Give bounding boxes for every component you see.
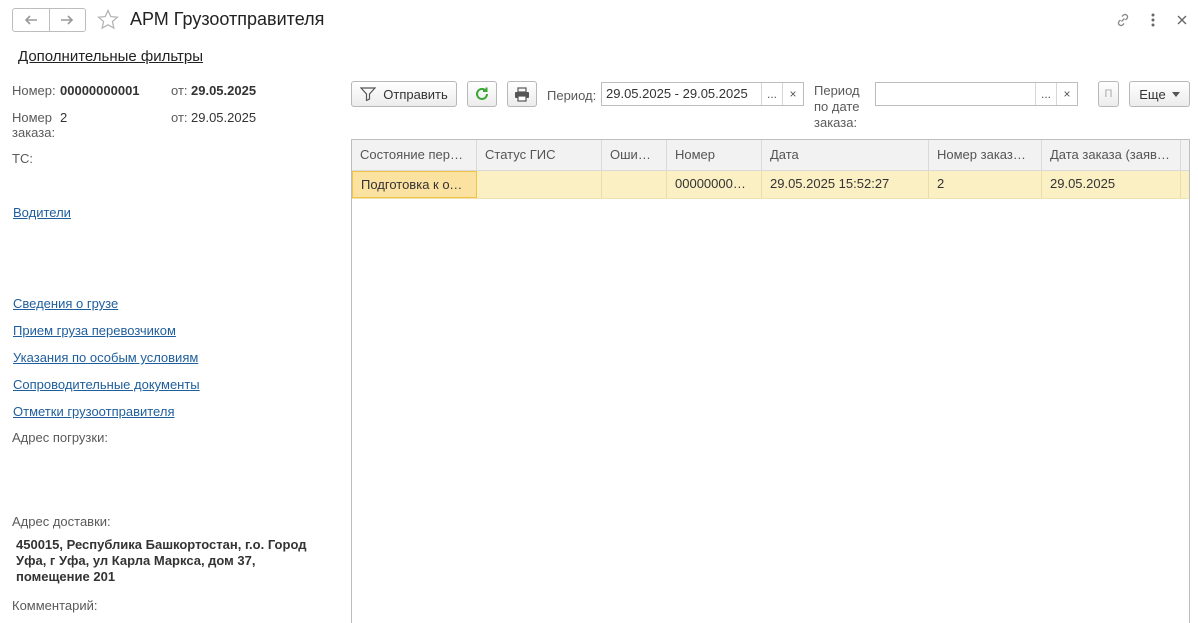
refresh-button[interactable] — [467, 81, 497, 107]
order-period-choose-button[interactable]: ... — [1035, 83, 1056, 105]
loading-address-label: Адрес погрузки: — [12, 430, 108, 445]
order-date-label: от: — [171, 110, 188, 125]
order-period-label-2: по дате — [814, 99, 860, 114]
more-actions-button[interactable] — [1142, 9, 1164, 31]
shipper-marks-link[interactable]: Отметки грузоотправителя — [13, 404, 174, 419]
comment-label: Комментарий: — [12, 598, 98, 613]
more-button[interactable]: Еще — [1129, 81, 1190, 107]
period-field: 29.05.2025 - 29.05.2025 ... × — [601, 82, 804, 106]
column-header[interactable]: Состояние перевозки — [352, 140, 477, 170]
table-header: Состояние перевозки Статус ГИС Ошибка Но… — [352, 140, 1189, 171]
number-label: Номер: — [12, 83, 56, 98]
date-value: 29.05.2025 — [191, 83, 257, 98]
cargo-info-link[interactable]: Сведения о грузе — [13, 296, 118, 311]
delivery-address-label: Адрес доставки: — [12, 514, 111, 529]
order-period-clear-button[interactable]: × — [1056, 83, 1077, 105]
close-button[interactable] — [1171, 9, 1193, 31]
order-number-value: 2 — [60, 110, 68, 125]
more-button-label: Еще — [1139, 86, 1166, 102]
shipments-table: Состояние перевозки Статус ГИС Ошибка Но… — [351, 139, 1190, 623]
close-icon — [1177, 15, 1187, 25]
back-button[interactable] — [13, 9, 49, 31]
column-header[interactable]: Ошибка — [602, 140, 667, 170]
period-choose-button[interactable]: ... — [761, 83, 782, 105]
refresh-icon — [476, 87, 488, 100]
table-cell[interactable]: 29.05.2025 — [1042, 171, 1181, 198]
order-period-field: ... × — [875, 82, 1078, 106]
arrow-left-icon — [24, 15, 37, 25]
table-row[interactable]: Подготовка к отправке 00000000001 29.05.… — [352, 171, 1189, 199]
order-period-input[interactable] — [876, 83, 1035, 105]
window-title: АРМ Грузоотправителя — [130, 9, 325, 29]
carrier-acceptance-link[interactable]: Прием груза перевозчиком — [13, 323, 176, 338]
number-value: 00000000001 — [60, 83, 140, 98]
table-cell[interactable] — [477, 171, 602, 198]
order-period-label: Период — [814, 83, 860, 98]
navigation-buttons — [12, 8, 86, 32]
send-button-label: Отправить — [383, 86, 448, 102]
order-number-label-2: заказа: — [12, 125, 56, 140]
period-input[interactable]: 29.05.2025 - 29.05.2025 — [602, 83, 761, 105]
arrow-right-icon — [61, 15, 74, 25]
delivery-address-value: 450015, Республика Башкортостан, г.о. Го… — [16, 537, 307, 584]
star-icon — [97, 9, 119, 30]
special-conditions-link[interactable]: Указания по особым условиям — [13, 350, 198, 365]
table-cell[interactable]: 2 — [929, 171, 1042, 198]
favorite-button[interactable] — [96, 8, 120, 32]
date-label: от: — [171, 83, 188, 98]
drivers-link[interactable]: Водители — [13, 205, 71, 220]
column-header[interactable]: Номер заказа (заявки) — [929, 140, 1042, 170]
small-toggle-button[interactable]: П — [1098, 81, 1119, 107]
period-clear-button[interactable]: × — [782, 83, 803, 105]
additional-filters-link[interactable]: Дополнительные фильтры — [18, 48, 203, 65]
kebab-icon — [1151, 13, 1155, 27]
column-header[interactable]: Статус ГИС — [477, 140, 602, 170]
printer-icon — [515, 86, 529, 102]
filter-icon — [360, 87, 377, 101]
order-period-label-3: заказа: — [814, 115, 858, 130]
column-header[interactable]: Дата заказа (заявки) — [1042, 140, 1181, 170]
link-button[interactable] — [1112, 9, 1134, 31]
print-button[interactable] — [507, 81, 537, 107]
order-number-label: Номер — [12, 110, 53, 125]
link-icon — [1117, 13, 1129, 27]
period-label: Период: — [547, 88, 597, 103]
table-cell[interactable] — [602, 171, 667, 198]
send-button[interactable]: Отправить — [351, 81, 457, 107]
column-header[interactable]: Дата — [762, 140, 929, 170]
table-cell[interactable]: 00000000001 — [667, 171, 762, 198]
accompanying-documents-link[interactable]: Сопроводительные документы — [13, 377, 200, 392]
chevron-down-icon — [1171, 91, 1180, 97]
order-date-value: 29.05.2025 — [191, 110, 257, 125]
forward-button[interactable] — [48, 9, 86, 31]
table-cell[interactable]: 29.05.2025 15:52:27 — [762, 171, 929, 198]
column-header[interactable]: Номер — [667, 140, 762, 170]
vehicle-label: ТС: — [12, 151, 33, 166]
table-cell[interactable]: Подготовка к отправке — [352, 171, 477, 198]
